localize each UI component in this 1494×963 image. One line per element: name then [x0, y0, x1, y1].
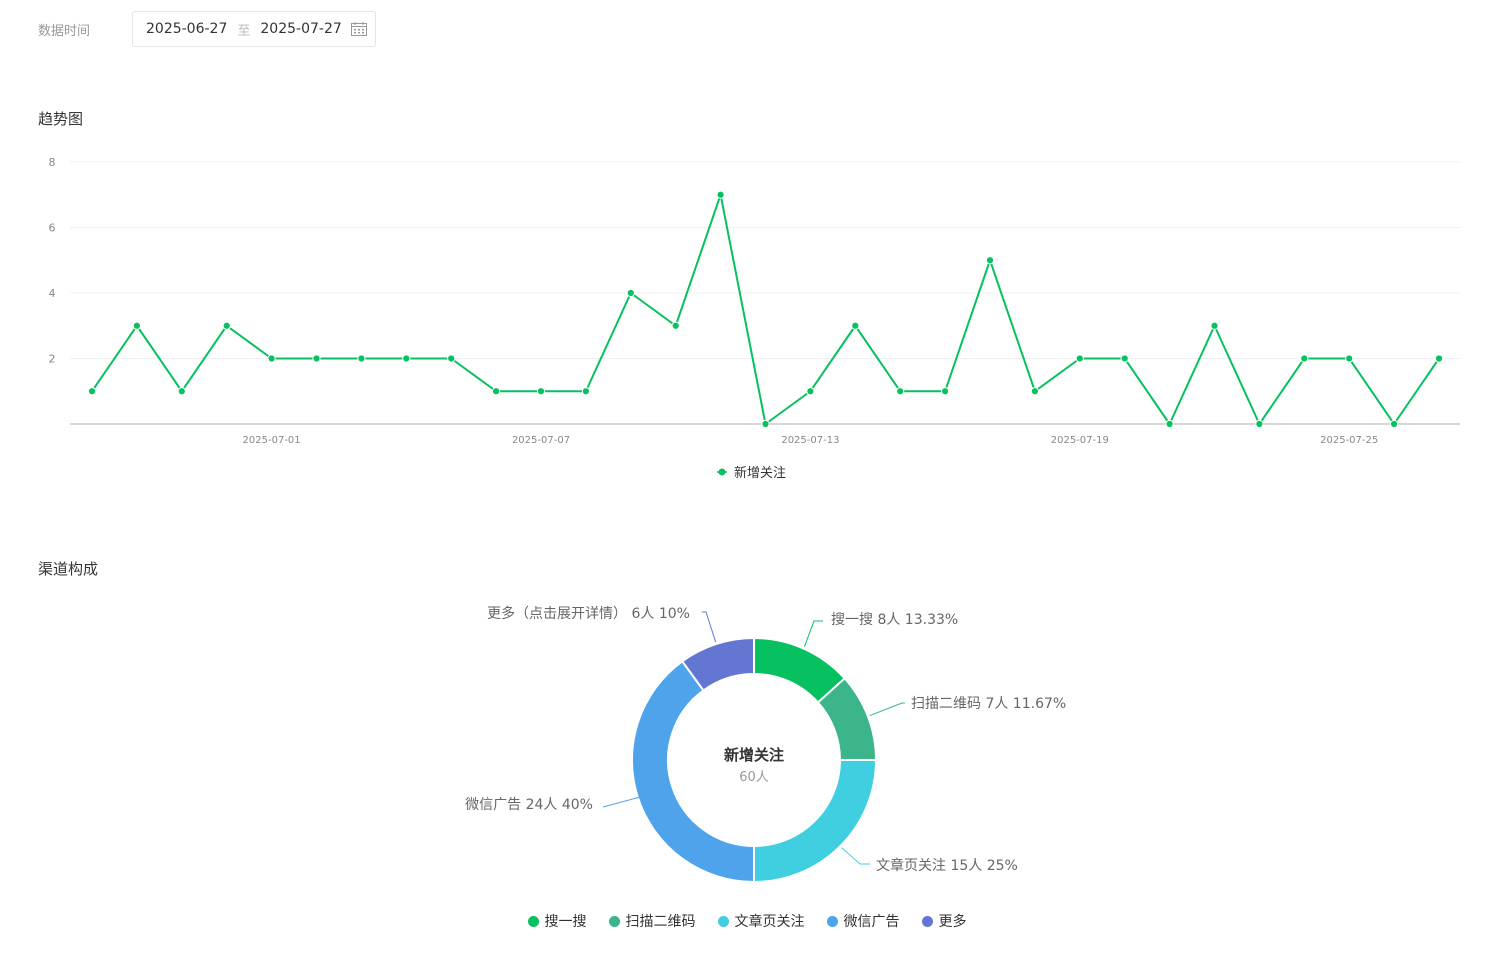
legend-item-2[interactable]: 文章页关注 — [717, 911, 805, 931]
slice-label-1: 扫描二维码 7人 11.67% — [911, 696, 1066, 712]
legend-label-3: 微信广告 — [843, 914, 900, 930]
donut-center-value: 60人 — [739, 770, 769, 785]
label-leader-0 — [803, 620, 823, 647]
slice-label-4[interactable]: 更多（点击展开详情） 6人 10% — [487, 605, 690, 622]
channel-donut-chart[interactable]: 搜一搜 8人 13.33% 扫描二维码 7人 11.67% 文章页关注 15人 25… — [0, 0, 1494, 900]
legend-dot-3 — [826, 915, 838, 927]
legend-dot-0 — [527, 915, 539, 927]
legend-label-4: 更多 — [938, 914, 967, 930]
legend-label-0: 搜一搜 — [544, 914, 587, 930]
label-leader-3 — [602, 796, 641, 808]
channel-legend: 搜一搜 扫描二维码 文章页关注 微信广告 更多 — [0, 911, 1494, 931]
slice-label-0: 搜一搜 8人 13.33% — [831, 612, 958, 628]
legend-dot-1 — [608, 915, 620, 927]
legend-item-0[interactable]: 搜一搜 — [527, 911, 587, 931]
label-leader-4 — [702, 611, 717, 643]
legend-item-1[interactable]: 扫描二维码 — [608, 911, 696, 931]
legend-label-2: 文章页关注 — [734, 914, 805, 930]
legend-dot-4 — [921, 915, 933, 927]
donut-slice-3[interactable] — [631, 659, 755, 884]
donut-slice-2[interactable] — [753, 759, 878, 884]
label-leader-1 — [869, 702, 905, 717]
label-leader-2 — [841, 847, 870, 865]
legend-label-1: 扫描二维码 — [625, 914, 696, 930]
legend-item-3[interactable]: 微信广告 — [826, 911, 900, 931]
donut-center-title: 新增关注 — [724, 746, 784, 764]
legend-dot-2 — [717, 915, 729, 927]
slice-label-3: 微信广告 24人 40% — [465, 797, 593, 813]
legend-item-4[interactable]: 更多 — [921, 911, 967, 931]
slice-label-2: 文章页关注 15人 25% — [876, 857, 1018, 874]
